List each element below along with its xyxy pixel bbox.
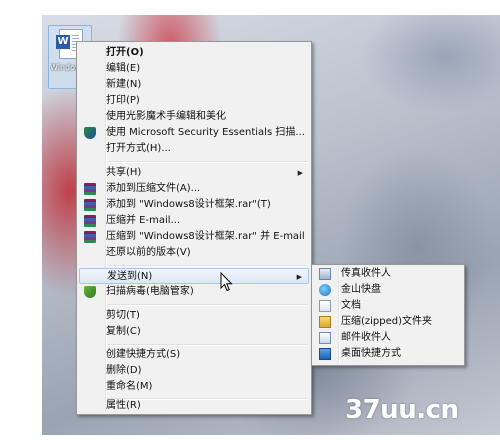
- menu-item-create-shortcut[interactable]: 创建快捷方式(S): [79, 347, 309, 363]
- menu-item-label: 邮件收件人: [341, 332, 391, 343]
- zip-folder-icon: [319, 316, 331, 328]
- watermark: 37uu.cn: [345, 395, 459, 425]
- menu-item-cut[interactable]: 剪切(T): [79, 308, 309, 324]
- menu-item-label: 文档: [341, 300, 361, 311]
- security-essentials-icon: [84, 127, 96, 139]
- menu-item-mse-scan[interactable]: 使用 Microsoft Security Essentials 扫描...: [79, 125, 309, 141]
- menu-item-new[interactable]: 新建(N): [79, 77, 309, 93]
- menu-item-delete[interactable]: 删除(D): [79, 363, 309, 379]
- menu-item-open[interactable]: 打开(O): [79, 45, 309, 61]
- documents-icon: [319, 300, 331, 312]
- winrar-icon: [84, 215, 96, 227]
- menu-item-label: 压缩(zipped)文件夹: [341, 316, 433, 327]
- menu-item-label: 新建(N): [106, 79, 142, 90]
- menu-item-share[interactable]: 共享(H) ▶: [79, 165, 309, 181]
- menu-item-virus-scan[interactable]: 扫描病毒(电脑管家): [79, 284, 309, 300]
- menu-item-label: 删除(D): [106, 365, 142, 376]
- menu-item-label: 发送到(N): [107, 271, 153, 282]
- menu-item-label: 打开(O): [106, 47, 144, 58]
- menu-item-open-with[interactable]: 打开方式(H)...: [79, 141, 309, 157]
- submenu-arrow-icon: ▶: [297, 169, 303, 177]
- menu-item-compress-email[interactable]: 压缩并 E-mail...: [79, 213, 309, 229]
- kingsoft-icon: [319, 284, 331, 296]
- menu-item-label: 桌面快捷方式: [341, 348, 401, 359]
- menu-separator: [107, 304, 307, 306]
- watermark-text: 37uu.cn: [345, 395, 459, 425]
- shield-icon: [84, 286, 96, 298]
- send-to-kingsoft-disk[interactable]: 金山快盘: [314, 282, 460, 298]
- menu-item-label: 共享(H): [106, 167, 142, 178]
- menu-item-send-to[interactable]: 发送到(N) ▶: [79, 268, 309, 284]
- menu-item-label: 使用 Microsoft Security Essentials 扫描...: [106, 127, 305, 138]
- menu-item-label: 重命名(M): [106, 381, 153, 392]
- menu-item-print[interactable]: 打印(P): [79, 93, 309, 109]
- menu-item-label: 打印(P): [106, 95, 140, 106]
- menu-item-copy[interactable]: 复制(C): [79, 324, 309, 340]
- send-to-zip-folder[interactable]: 压缩(zipped)文件夹: [314, 314, 460, 330]
- menu-item-label: 剪切(T): [106, 310, 140, 321]
- submenu-arrow-icon: ▶: [296, 273, 302, 281]
- menu-item-label: 创建快捷方式(S): [106, 349, 181, 360]
- menu-item-rename[interactable]: 重命名(M): [79, 379, 309, 395]
- menu-item-label: 复制(C): [106, 326, 141, 337]
- menu-item-label: 压缩到 "Windows8设计框架.rar" 并 E-mail: [106, 231, 305, 242]
- menu-item-label: 添加到压缩文件(A)...: [106, 183, 201, 194]
- menu-item-compress-rar-email[interactable]: 压缩到 "Windows8设计框架.rar" 并 E-mail: [79, 229, 309, 245]
- menu-separator: [107, 344, 307, 346]
- send-to-mail-recipient[interactable]: 邮件收件人: [314, 330, 460, 346]
- winrar-icon: [84, 183, 96, 195]
- screen: W Windows8设计框架 37uu.cn 打开(O) 编辑(E) 新建(N)…: [0, 0, 500, 440]
- context-menu: 打开(O) 编辑(E) 新建(N) 打印(P) 使用光影魔术手编辑和美化 使用 …: [76, 41, 312, 415]
- send-to-desktop-shortcut[interactable]: 桌面快捷方式: [314, 346, 460, 362]
- menu-item-label: 属性(R): [106, 400, 141, 411]
- menu-item-label: 扫描病毒(电脑管家): [106, 286, 194, 297]
- menu-item-label: 传真收件人: [341, 268, 391, 279]
- menu-item-label: 使用光影魔术手编辑和美化: [106, 111, 226, 122]
- menu-item-label: 金山快盘: [341, 284, 381, 295]
- menu-item-label: 添加到 "Windows8设计框架.rar"(T): [106, 199, 271, 210]
- winrar-icon: [84, 231, 96, 243]
- menu-item-label: 编辑(E): [106, 63, 141, 74]
- menu-item-add-to-archive[interactable]: 添加到压缩文件(A)...: [79, 181, 309, 197]
- menu-separator: [107, 265, 307, 267]
- menu-item-neoimaging-edit[interactable]: 使用光影魔术手编辑和美化: [79, 109, 309, 125]
- fax-icon: [319, 268, 331, 280]
- menu-item-label: 打开方式(H)...: [106, 143, 171, 154]
- menu-item-label: 还原以前的版本(V): [106, 247, 191, 258]
- send-to-documents[interactable]: 文档: [314, 298, 460, 314]
- send-to-submenu: 传真收件人 金山快盘 文档 压缩(zipped)文件夹 邮件收件人 桌面快捷方式: [311, 264, 465, 366]
- menu-item-label: 压缩并 E-mail...: [106, 215, 181, 226]
- send-to-fax-recipient[interactable]: 传真收件人: [314, 266, 460, 282]
- menu-item-edit[interactable]: 编辑(E): [79, 61, 309, 77]
- mail-icon: [319, 332, 331, 344]
- menu-separator: [107, 161, 307, 163]
- desktop-icon: [319, 348, 331, 360]
- menu-item-add-to-rar[interactable]: 添加到 "Windows8设计框架.rar"(T): [79, 197, 309, 213]
- menu-item-restore-versions[interactable]: 还原以前的版本(V): [79, 245, 309, 261]
- menu-item-properties[interactable]: 属性(R): [79, 398, 309, 414]
- winrar-icon: [84, 199, 96, 211]
- mouse-cursor-icon: [220, 272, 233, 292]
